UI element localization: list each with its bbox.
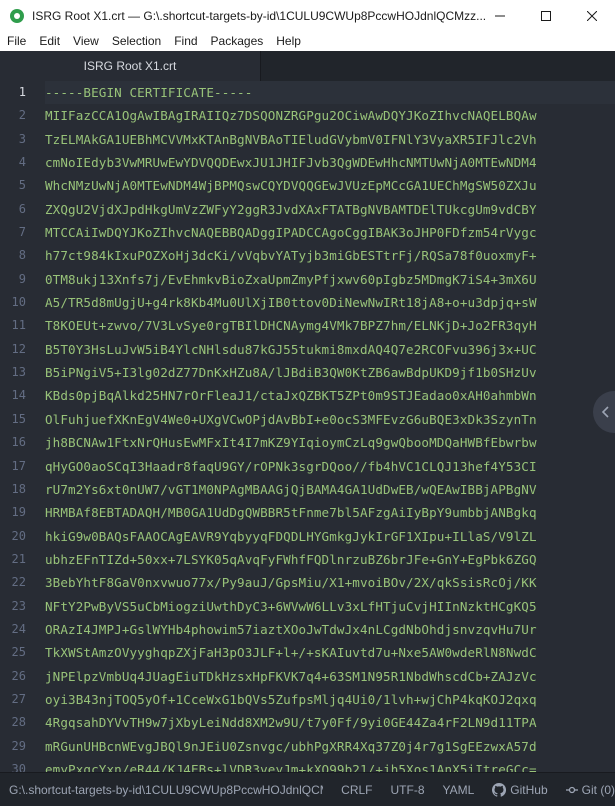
line-number: 2 (18, 108, 26, 123)
code-line[interactable]: MIIFazCCA1OgAwIBAgIRAIIQz7DSQONZRGPgu2OC… (45, 104, 615, 127)
code-line[interactable]: TkXWStAmzOVyyghqpZXjFaH3pO3JLF+l+/+sKAIu… (45, 641, 615, 664)
git-button[interactable]: Git (0) (565, 782, 615, 797)
code-line[interactable]: TzELMAkGA1UEBhMCVVMxKTAnBgNVBAoTIEludGVy… (45, 128, 615, 151)
line-number: 9 (18, 271, 26, 286)
line-number: 26 (11, 668, 26, 683)
line-number: 7 (18, 225, 26, 240)
line-number: 3 (18, 131, 26, 146)
window-title: ISRG Root X1.crt — G:\.shortcut-targets-… (32, 8, 487, 23)
tab-isrg-root-x1[interactable]: ISRG Root X1.crt (0, 51, 261, 81)
status-file-path[interactable]: G:\.shortcut-targets-by-id\1CULU9CWUp8Pc… (0, 783, 323, 797)
menu-find[interactable]: Find (167, 31, 203, 51)
line-number: 30 (11, 761, 26, 772)
line-number: 20 (11, 528, 26, 543)
code-line[interactable]: rU7m2Ys6xt0nUW7/vGT1M0NPAgMBAAGjQjBAMA4G… (45, 478, 615, 501)
github-label: GitHub (510, 782, 548, 797)
code-line[interactable]: mRGunUHBcnWEvgJBQl9nJEiU0Zsnvgc/ubhPgXRR… (45, 735, 615, 758)
menu-view[interactable]: View (66, 31, 105, 51)
line-number: 23 (11, 598, 26, 613)
code-line[interactable]: hkiG9w0BAQsFAAOCAgEAVR9YqbyyqFDQDLHYGmkg… (45, 525, 615, 548)
menu-bar: File Edit View Selection Find Packages H… (0, 31, 615, 51)
minimize-button[interactable] (477, 0, 523, 31)
line-number: 18 (11, 481, 26, 496)
github-icon (492, 782, 507, 797)
line-number: 8 (18, 248, 26, 263)
line-number: 15 (11, 411, 26, 426)
code-line[interactable]: jNPElpzVmbUq4JUagEiuTDkHzsxHpFKVK7q4+63S… (45, 665, 615, 688)
line-number: 16 (11, 435, 26, 450)
code-area[interactable]: -----BEGIN CERTIFICATE----- MIIFazCCA1OgA… (45, 81, 615, 772)
line-number: 1 (18, 85, 26, 99)
atom-app-icon (10, 8, 24, 23)
code-line[interactable]: jh8BCNAw1FtxNrQHusEwMFxIt4I7mKZ9YIqioymC… (45, 431, 615, 454)
code-line[interactable]: WhcNMzUwNjA0MTEwNDM4WjBPMQswCQYDVQQGEwJV… (45, 174, 615, 197)
text-editor[interactable]: 1 2 3 4 5 6 7 8 9 10 11 12 13 14 15 16 17 18 19 20 21 22 23 24 2… (0, 81, 615, 772)
menu-selection[interactable]: Selection (105, 31, 167, 51)
code-line[interactable]: HRMBAf8EBTADAQH/MB0GA1UdDgQWBBR5tFnme7bl… (45, 501, 615, 524)
line-number: 10 (11, 295, 26, 310)
code-line[interactable]: T8KOEUt+zwvo/7V3LvSye0rgTBIlDHCNAymg4VMk… (45, 314, 615, 337)
maximize-icon (541, 10, 551, 21)
menu-packages[interactable]: Packages (204, 31, 270, 51)
encoding-selector[interactable]: UTF-8 (391, 783, 425, 797)
close-button[interactable] (569, 0, 615, 31)
line-number: 21 (11, 551, 26, 566)
line-number: 29 (11, 738, 26, 753)
chevron-left-icon (601, 406, 609, 418)
github-button[interactable]: GitHub (492, 782, 548, 797)
code-line[interactable]: KBds0pjBqAlkd25HN7rOrFleaJ1/ctaJxQZBKT5Z… (45, 384, 615, 407)
code-line[interactable]: B5iPNgiV5+I3lg02dZ77DnKxHZu8A/lJBdiB3QW0… (45, 361, 615, 384)
line-number: 28 (11, 715, 26, 730)
menu-help[interactable]: Help (269, 31, 307, 51)
line-number: 12 (11, 341, 26, 356)
minimize-icon (495, 15, 505, 16)
code-line[interactable]: ORAzI4JMPJ+GslWYHb4phowim57iaztXOoJwTdwJ… (45, 618, 615, 641)
line-number: 22 (11, 575, 26, 590)
line-number: 17 (11, 458, 26, 473)
line-number-gutter: 1 2 3 4 5 6 7 8 9 10 11 12 13 14 15 16 17 18 19 20 21 22 23 24 2… (0, 81, 36, 772)
code-line[interactable]: h77ct984kIxuPOZXoHj3dcKi/vVqbvYATyjb3miG… (45, 244, 615, 267)
code-line[interactable]: ubhzEFnTIZd+50xx+7LSYK05qAvqFyFWhfFQDlnr… (45, 548, 615, 571)
code-line[interactable]: MTCCAiIwDQYJKoZIhvcNAQEBBQADggIPADCCAgoC… (45, 221, 615, 244)
code-line[interactable]: NFtY2PwByVS5uCbMiogziUwthDyC3+6WVwW6LLv3… (45, 595, 615, 618)
code-line[interactable]: cmNoIEdyb3VwMRUwEwYDVQQDEwxJU1JHIFJvb3Qg… (45, 151, 615, 174)
window-controls (477, 0, 615, 31)
line-number: 13 (11, 365, 26, 380)
line-number: 25 (11, 645, 26, 660)
code-line[interactable]: 3BebYhtF8GaV0nxvwuo77x/Py9auJ/GpsMiu/X1+… (45, 571, 615, 594)
code-line[interactable]: B5T0Y3HsLuJvW5iB4YlcNHlsdu87kGJ55tukmi8m… (45, 338, 615, 361)
git-commit-icon (565, 786, 578, 793)
code-line[interactable]: 4RgqsahDYVvTH9w7jXbyLeiNdd8XM2w9U/t7y0Ff… (45, 711, 615, 734)
maximize-button[interactable] (523, 0, 569, 31)
code-line[interactable]: oyi3B43njTOQ5yOf+1CceWxG1bQVs5ZufpsMljq4… (45, 688, 615, 711)
line-number: 14 (11, 388, 26, 403)
line-number: 24 (11, 621, 26, 636)
line-number: 19 (11, 505, 26, 520)
title-bar: ISRG Root X1.crt — G:\.shortcut-targets-… (0, 0, 615, 32)
line-number: 5 (18, 178, 26, 193)
status-bar: G:\.shortcut-targets-by-id\1CULU9CWUp8Pc… (0, 772, 615, 806)
close-icon (587, 10, 597, 21)
code-line[interactable]: qHyGO0aoSCqI3Haadr8faqU9GY/rOPNk3sgrDQoo… (45, 455, 615, 478)
line-number: 4 (18, 155, 26, 170)
tab-label: ISRG Root X1.crt (83, 59, 177, 73)
menu-edit[interactable]: Edit (32, 31, 66, 51)
code-line[interactable]: ZXQgU2VjdXJpdHkgUmVzZWFyY2ggR3JvdXAxFTAT… (45, 198, 615, 221)
code-line[interactable]: emyPxgcYxn/eR44/KJ4EBs+lVDR3veyJm+kXQ99b… (45, 758, 615, 772)
code-line[interactable]: -----BEGIN CERTIFICATE----- (45, 81, 615, 105)
git-label: Git (0) (581, 782, 615, 797)
code-line[interactable]: A5/TR5d8mUgjU+g4rk8Kb4Mu0UlXjIB0ttov0DiN… (45, 291, 615, 314)
code-line[interactable]: OlFuhjuefXKnEgV4We0+UXgVCwOPjdAvBbI+e0oc… (45, 408, 615, 431)
line-number: 27 (11, 691, 26, 706)
line-number: 6 (18, 201, 26, 216)
line-number: 11 (11, 318, 26, 333)
grammar-selector[interactable]: YAML (443, 783, 475, 797)
code-line[interactable]: 0TM8ukj13Xnfs7j/EvEhmkvBioZxaUpmZmyPfjxw… (45, 268, 615, 291)
menu-file[interactable]: File (0, 31, 32, 51)
line-ending-selector[interactable]: CRLF (341, 783, 372, 797)
tab-bar: ISRG Root X1.crt (0, 51, 615, 82)
